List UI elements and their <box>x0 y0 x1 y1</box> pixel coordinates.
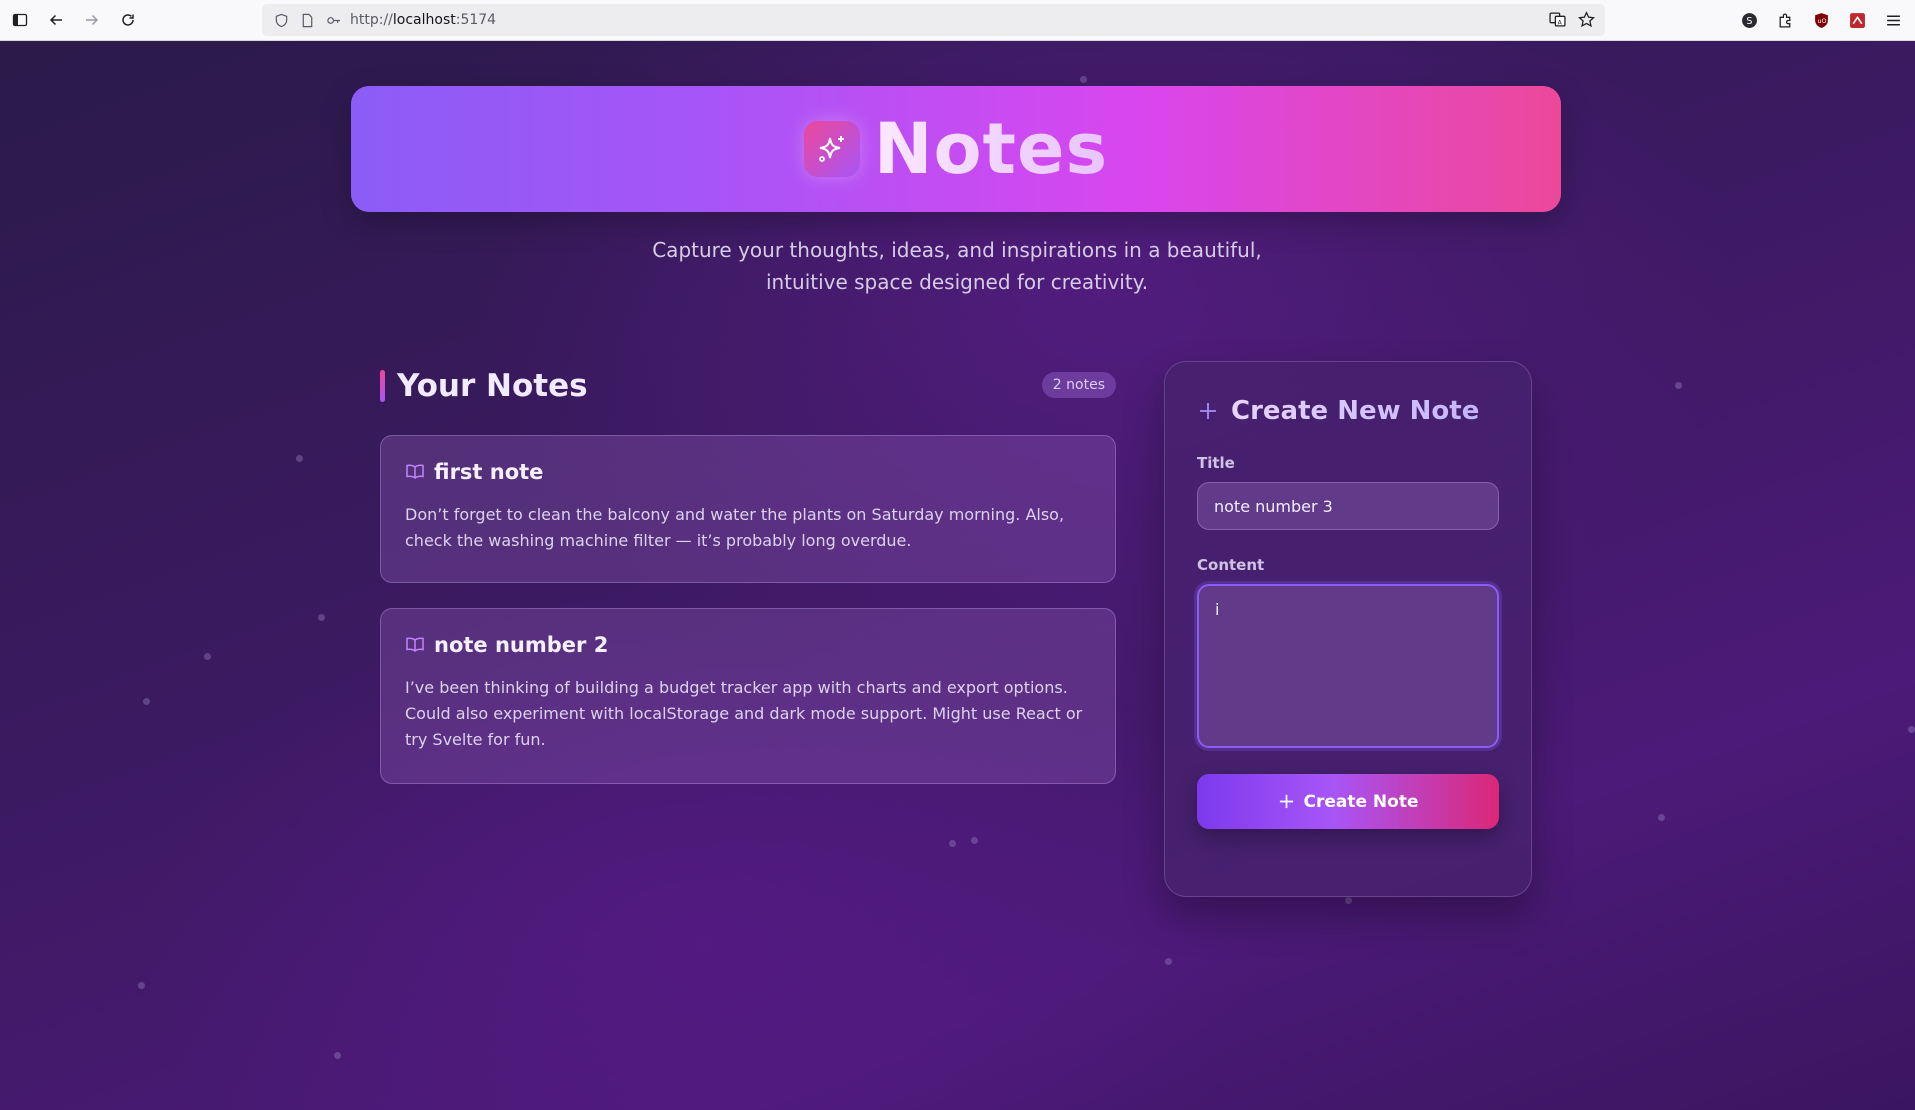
hero-banner: Notes <box>351 86 1561 212</box>
address-bar[interactable]: http://localhost:5174 A <box>262 4 1605 36</box>
create-note-heading: Create New Note <box>1231 396 1480 426</box>
decorative-dot <box>204 653 211 660</box>
browser-toolbar: http://localhost:5174 A S uO <box>0 0 1915 41</box>
translate-icon[interactable]: A <box>1549 11 1566 32</box>
decorative-dot <box>138 982 145 989</box>
note-content: Don’t forget to clean the balcony and wa… <box>405 505 1065 550</box>
key-icon[interactable] <box>324 11 342 29</box>
decorative-dot <box>143 698 150 705</box>
page-icon[interactable] <box>298 11 316 29</box>
reload-icon[interactable] <box>114 6 142 34</box>
decorative-dot <box>1908 726 1915 733</box>
book-open-icon <box>406 464 424 479</box>
title-input[interactable]: note number 3 <box>1197 482 1499 530</box>
notes-section-title: Your Notes <box>397 368 588 404</box>
sidebar-toggle-icon[interactable] <box>6 6 34 34</box>
app-page: Notes Capture your thoughts, ideas, and … <box>0 41 1915 1110</box>
extensions-puzzle-icon[interactable] <box>1771 6 1799 34</box>
note-title: note number 2 <box>434 633 609 657</box>
notes-section-header: Your Notes 2 notes <box>380 366 1116 406</box>
decorative-dot <box>1165 958 1172 965</box>
svg-text:S: S <box>1746 16 1752 27</box>
decorative-dot <box>1345 897 1352 904</box>
bookmark-star-icon[interactable] <box>1578 11 1595 32</box>
shield-icon[interactable] <box>272 11 290 29</box>
plus-icon <box>1279 794 1293 809</box>
book-open-icon <box>406 637 424 652</box>
decorative-dot <box>334 1052 341 1059</box>
section-accent-bar <box>380 370 385 402</box>
decorative-dot <box>1675 382 1682 389</box>
back-arrow-icon[interactable] <box>42 6 70 34</box>
decorative-dot <box>318 614 325 621</box>
url-text[interactable]: http://localhost:5174 <box>350 12 496 28</box>
create-note-button[interactable]: Create Note <box>1197 774 1499 829</box>
decorative-dot <box>296 455 303 462</box>
decorative-dot <box>1080 76 1087 83</box>
sparkles-icon <box>803 121 860 177</box>
decorative-dot <box>971 837 978 844</box>
create-note-panel: Create New Note Title note number 3 Cont… <box>1164 361 1532 897</box>
app-subtitle: Capture your thoughts, ideas, and inspir… <box>652 238 1262 294</box>
title-field-label: Title <box>1197 454 1235 472</box>
content-textarea[interactable]: i <box>1197 584 1499 748</box>
svg-text:A: A <box>1558 18 1563 26</box>
ublock-shield-icon[interactable]: uO <box>1807 6 1835 34</box>
forward-arrow-icon[interactable] <box>78 6 106 34</box>
app-title: Notes <box>873 108 1109 190</box>
note-card[interactable]: note number 2 I’ve been thinking of buil… <box>380 608 1116 784</box>
note-content: I’ve been thinking of building a budget … <box>405 678 1083 749</box>
plus-icon <box>1200 403 1216 419</box>
svg-text:uO: uO <box>1817 17 1826 25</box>
create-note-button-label: Create Note <box>1303 791 1419 812</box>
notes-count-badge: 2 notes <box>1041 372 1116 398</box>
note-card[interactable]: first note Don’t forget to clean the bal… <box>380 435 1116 583</box>
hamburger-menu-icon[interactable] <box>1879 6 1907 34</box>
decorative-dot <box>1658 814 1665 821</box>
content-field-label: Content <box>1197 556 1265 574</box>
note-title: first note <box>434 460 544 484</box>
account-extension-icon[interactable]: S <box>1735 6 1763 34</box>
decorative-dot <box>949 840 956 847</box>
red-extension-icon[interactable] <box>1843 6 1871 34</box>
